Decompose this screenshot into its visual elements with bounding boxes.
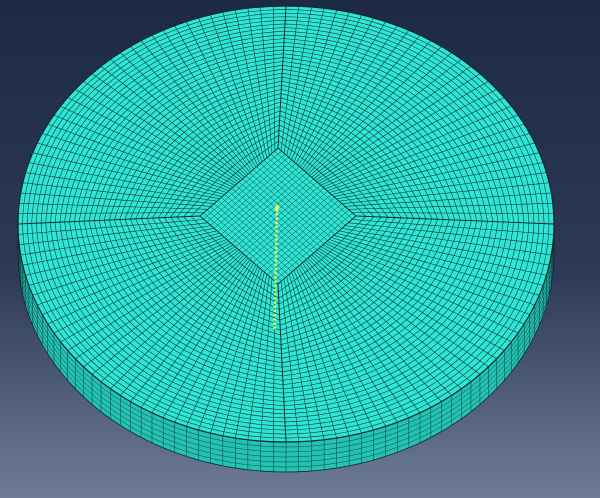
crack-node-marker[interactable] [275, 217, 279, 220]
crack-node-marker[interactable] [274, 284, 277, 288]
crack-node-marker[interactable] [275, 238, 278, 241]
mesh-scene[interactable] [0, 0, 600, 498]
crack-node-marker[interactable] [275, 213, 279, 216]
crack-node-marker[interactable] [275, 225, 278, 229]
crack-tip-marker[interactable] [274, 205, 280, 211]
crack-node-marker[interactable] [273, 305, 277, 309]
crack-node-marker[interactable] [273, 318, 277, 321]
crack-node-marker[interactable] [274, 263, 278, 267]
crack-node-marker[interactable] [274, 246, 278, 250]
crack-node-marker[interactable] [273, 292, 277, 296]
crack-node-marker[interactable] [274, 267, 278, 271]
abaqus-viewport[interactable] [0, 0, 600, 498]
crack-node-marker[interactable] [275, 221, 278, 225]
crack-node-marker[interactable] [273, 309, 277, 313]
crack-node-marker[interactable] [275, 229, 278, 233]
crack-node-marker[interactable] [273, 313, 277, 317]
crack-node-marker[interactable] [273, 326, 276, 330]
crack-node-marker[interactable] [274, 271, 277, 275]
crack-node-marker[interactable] [274, 280, 277, 283]
crack-node-marker[interactable] [274, 276, 277, 279]
crack-node-marker[interactable] [274, 255, 278, 258]
crack-node-marker[interactable] [274, 242, 278, 246]
crack-node-marker[interactable] [274, 288, 277, 292]
crack-node-marker[interactable] [273, 322, 276, 325]
crack-node-marker[interactable] [275, 234, 278, 237]
crack-node-marker[interactable] [274, 259, 278, 262]
crack-node-marker[interactable] [274, 250, 278, 254]
crack-node-marker[interactable] [273, 301, 277, 304]
crack-node-marker[interactable] [273, 297, 277, 300]
